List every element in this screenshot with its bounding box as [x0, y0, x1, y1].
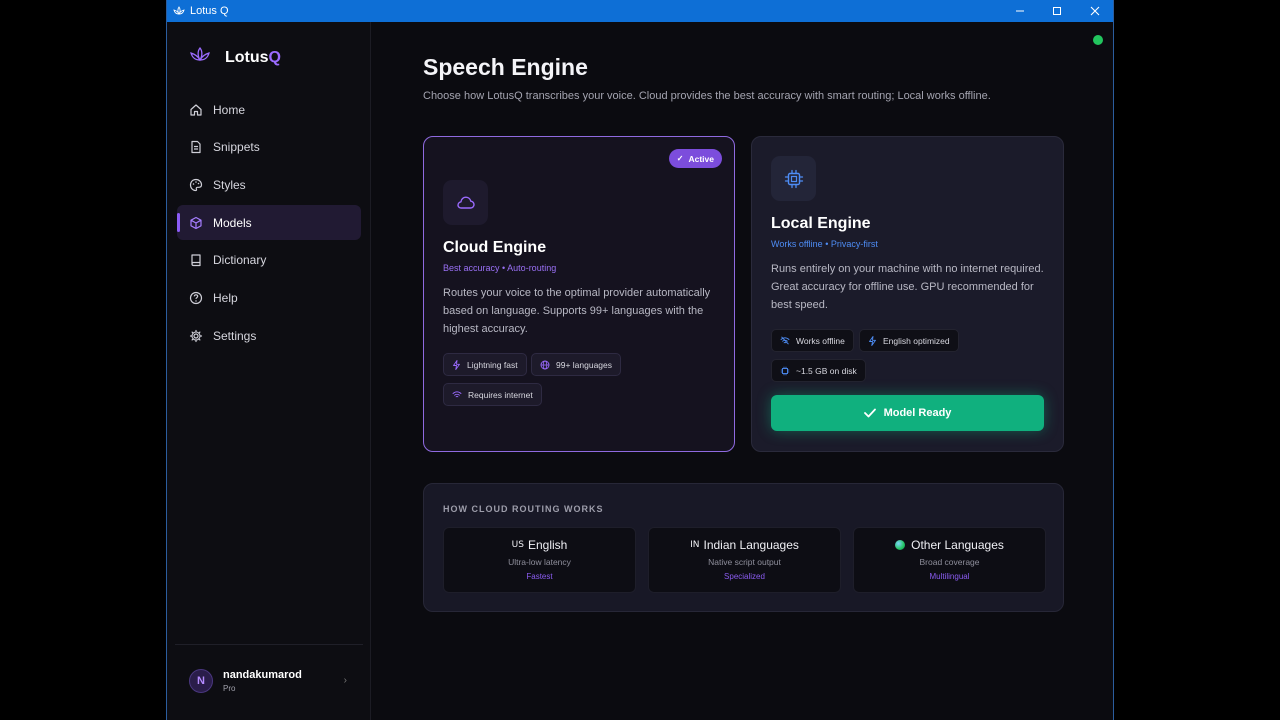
gear-icon	[189, 329, 203, 343]
page-subtitle: Choose how LotusQ transcribes your voice…	[423, 90, 991, 102]
chip-icon	[780, 366, 790, 376]
engine-tagline: Best accuracy • Auto-routing	[443, 263, 557, 273]
document-icon	[189, 140, 203, 154]
check-icon	[863, 408, 876, 418]
lightning-icon	[452, 359, 461, 370]
sidebar: LotusQ Home Snippets Styles Models Dicti…	[167, 22, 371, 720]
sidebar-nav: Home Snippets Styles Models Dictionary H…	[177, 92, 361, 356]
route-tag: Multilingual	[929, 572, 970, 581]
route-card-english: US English Ultra-low latency Fastest	[443, 527, 636, 593]
sidebar-item-models[interactable]: Models	[177, 205, 361, 241]
route-description: Native script output	[708, 557, 781, 567]
brand-name: LotusQ	[225, 48, 281, 66]
user-plan: Pro	[223, 684, 236, 693]
feature-chip: Works offline	[771, 329, 854, 352]
sidebar-item-styles[interactable]: Styles	[177, 167, 361, 202]
divider	[175, 644, 363, 645]
feature-chip: English optimized	[859, 329, 959, 352]
globe-icon	[540, 360, 550, 370]
sidebar-item-label: Models	[213, 215, 252, 230]
book-icon	[189, 253, 203, 267]
maximize-button[interactable]	[1039, 0, 1075, 22]
cloud-icon	[443, 180, 488, 225]
wifi-icon	[452, 390, 462, 399]
in-flag-icon: IN	[690, 540, 700, 550]
help-icon	[189, 291, 203, 305]
close-button[interactable]	[1077, 0, 1113, 22]
route-description: Broad coverage	[919, 557, 980, 567]
engine-description: Runs entirely on your machine with no in…	[771, 263, 1044, 311]
lightning-icon	[868, 335, 877, 346]
check-icon: ✓	[676, 154, 684, 163]
route-description: Ultra-low latency	[508, 557, 571, 567]
cpu-icon	[771, 156, 816, 201]
user-profile[interactable]: N nandakumarod Pro ›	[189, 669, 349, 693]
section-heading: HOW CLOUD ROUTING WORKS	[443, 504, 604, 514]
feature-chip: 99+ languages	[531, 353, 622, 376]
lotus-logo-icon	[173, 5, 185, 17]
engine-tagline: Works offline • Privacy-first	[771, 239, 878, 249]
page-title: Speech Engine	[423, 54, 588, 80]
local-engine-card[interactable]: Local Engine Works offline • Privacy-fir…	[751, 136, 1064, 452]
feature-chip: ~1.5 GB on disk	[771, 359, 866, 382]
sidebar-item-settings[interactable]: Settings	[177, 318, 361, 353]
brand[interactable]: LotusQ	[189, 46, 281, 69]
title-bar: Lotus Q	[167, 0, 1113, 22]
us-flag-icon: US	[511, 540, 524, 550]
feature-chip: Lightning fast	[443, 353, 527, 376]
route-tag: Fastest	[526, 572, 553, 581]
feature-chip: Requires internet	[443, 383, 542, 406]
sidebar-item-label: Snippets	[213, 140, 260, 155]
globe-icon	[895, 540, 906, 550]
user-name: nandakumarod	[223, 669, 302, 681]
palette-icon	[189, 178, 203, 192]
cloud-engine-card[interactable]: ✓ Active Cloud Engine Best accuracy • Au…	[423, 136, 735, 452]
model-ready-button[interactable]: Model Ready	[771, 395, 1044, 431]
engine-name: Cloud Engine	[443, 239, 547, 256]
routing-panel: HOW CLOUD ROUTING WORKS US English Ultra-…	[423, 483, 1064, 612]
app-window: Lotus Q LotusQ Home Snippets Styles Mode…	[166, 0, 1114, 720]
sidebar-item-dictionary[interactable]: Dictionary	[177, 243, 361, 278]
lotus-logo-icon	[189, 46, 211, 69]
sidebar-item-snippets[interactable]: Snippets	[177, 130, 361, 165]
window-title: Lotus Q	[190, 5, 229, 17]
sidebar-item-label: Help	[213, 290, 238, 305]
sidebar-item-home[interactable]: Home	[177, 92, 361, 127]
avatar: N	[189, 669, 213, 693]
route-tag: Specialized	[724, 572, 765, 581]
route-card-other: Other Languages Broad coverage Multiling…	[853, 527, 1046, 593]
wifi-off-icon	[780, 336, 790, 345]
status-indicator	[1093, 35, 1103, 45]
cube-icon	[189, 216, 203, 230]
sidebar-item-help[interactable]: Help	[177, 280, 361, 315]
engine-name: Local Engine	[771, 215, 871, 232]
active-badge: ✓ Active	[668, 149, 722, 168]
sidebar-item-label: Dictionary	[213, 253, 267, 268]
engine-description: Routes your voice to the optimal provide…	[443, 287, 711, 335]
sidebar-item-label: Settings	[213, 328, 257, 343]
sidebar-item-label: Styles	[213, 177, 246, 192]
sidebar-item-label: Home	[213, 102, 246, 117]
minimize-button[interactable]	[1002, 0, 1038, 22]
chevron-right-icon: ›	[343, 675, 347, 686]
home-icon	[189, 103, 203, 117]
route-card-indian: IN Indian Languages Native script output …	[648, 527, 841, 593]
